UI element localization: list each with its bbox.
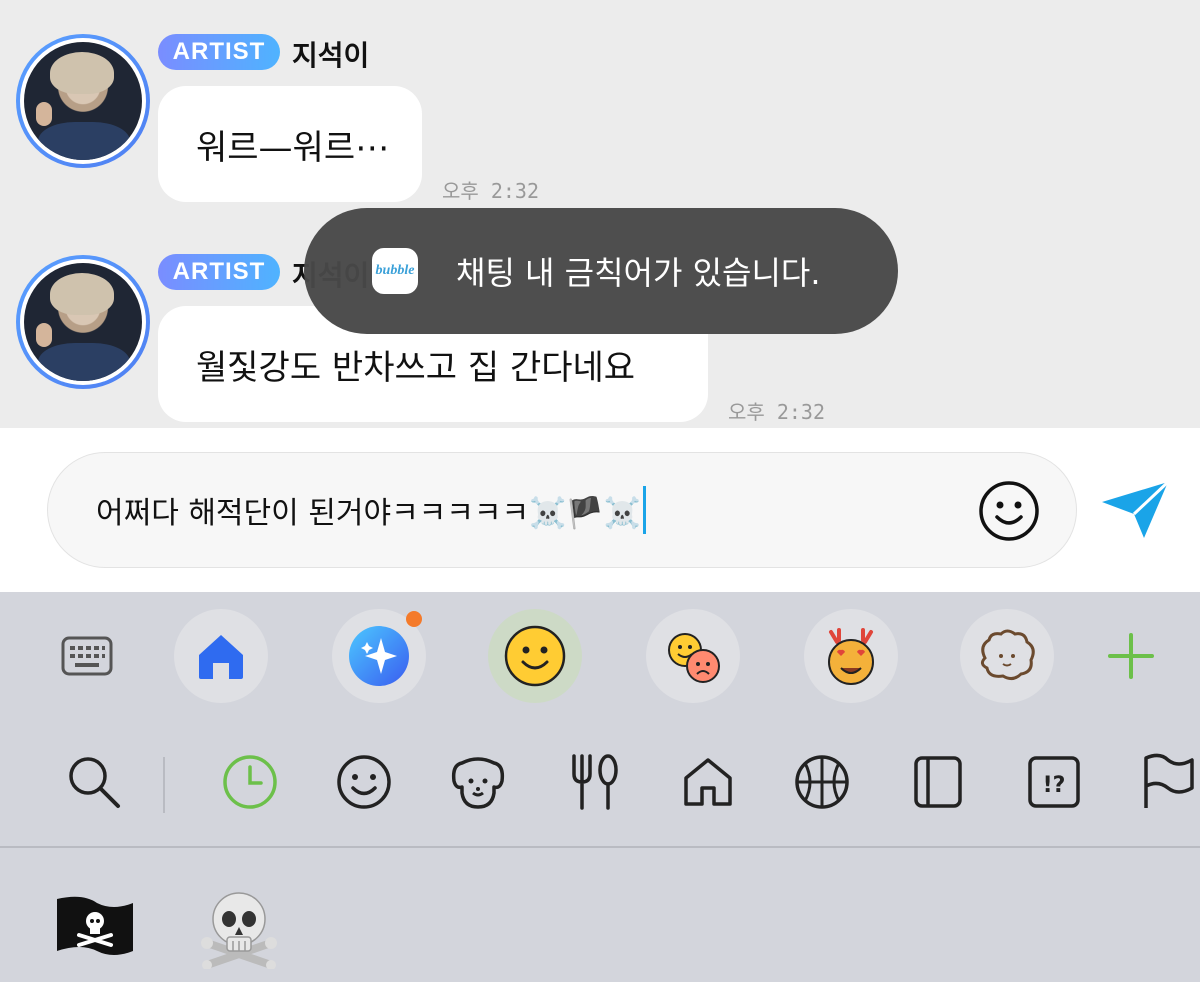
message-time: 오후 2:32 <box>728 400 826 424</box>
dog-sticker-pack-icon[interactable] <box>960 609 1054 703</box>
recent-clock-icon[interactable] <box>220 752 280 812</box>
sender-name: 지석이 <box>292 39 370 72</box>
reindeer-pack-icon[interactable] <box>804 609 898 703</box>
artist-badge: ARTIST <box>158 254 280 290</box>
chat-area: ARTIST 지석이 워르—워르⋯ 오후 2:32 ARTIST 지석이 월짗강… <box>0 0 1200 428</box>
object-category-icon[interactable] <box>908 752 968 812</box>
forbidden-word-toast: bubble 채팅 내 금칙어가 있습니다. <box>304 208 898 334</box>
text-caret <box>643 486 647 534</box>
svg-text:!?: !? <box>1043 773 1066 798</box>
skull-crossbones-emoji[interactable] <box>194 882 284 972</box>
two-faces-pack-icon[interactable] <box>646 609 740 703</box>
animal-category-icon[interactable] <box>448 752 508 812</box>
search-icon[interactable] <box>64 752 124 812</box>
home-pack-icon[interactable] <box>174 609 268 703</box>
pirate-flag-emoji[interactable] <box>50 882 140 972</box>
message-input[interactable]: 어쩌다 해적단이 된거야ㅋㅋㅋㅋㅋ☠️🏴☠️ <box>47 452 1077 568</box>
sticker-pack-row <box>0 592 1200 722</box>
flag-category-icon[interactable] <box>1138 752 1198 812</box>
food-category-icon[interactable] <box>564 752 624 812</box>
smiley-category-icon[interactable] <box>334 752 394 812</box>
keyboard-icon[interactable] <box>40 609 134 703</box>
emoji-category-row: !? <box>0 742 1200 822</box>
notification-dot <box>406 611 422 627</box>
place-category-icon[interactable] <box>678 752 738 812</box>
message-time: 오후 2:32 <box>442 179 540 203</box>
avatar[interactable] <box>16 34 150 168</box>
sparkle-pack-icon[interactable] <box>332 609 426 703</box>
composer: 어쩌다 해적단이 된거야ㅋㅋㅋㅋㅋ☠️🏴☠️ <box>0 428 1200 592</box>
symbol-category-icon[interactable]: !? <box>1024 752 1084 812</box>
send-icon[interactable] <box>1098 480 1172 540</box>
toast-message: 채팅 내 금칙어가 있습니다. <box>456 254 821 292</box>
smiley-pack-icon[interactable] <box>488 609 582 703</box>
smiley-icon[interactable] <box>978 480 1040 542</box>
avatar[interactable] <box>16 255 150 389</box>
add-pack-icon[interactable] <box>1084 609 1178 703</box>
emoji-keyboard: !? <box>0 592 1200 982</box>
artist-badge: ARTIST <box>158 34 280 70</box>
bubble-app-logo: bubble <box>372 248 418 294</box>
section-divider <box>0 846 1200 848</box>
message-input-text: 어쩌다 해적단이 된거야ㅋㅋㅋㅋㅋ☠️🏴☠️ <box>96 496 642 531</box>
activity-category-icon[interactable] <box>792 752 852 812</box>
message-bubble[interactable]: 워르—워르⋯ <box>158 86 422 202</box>
